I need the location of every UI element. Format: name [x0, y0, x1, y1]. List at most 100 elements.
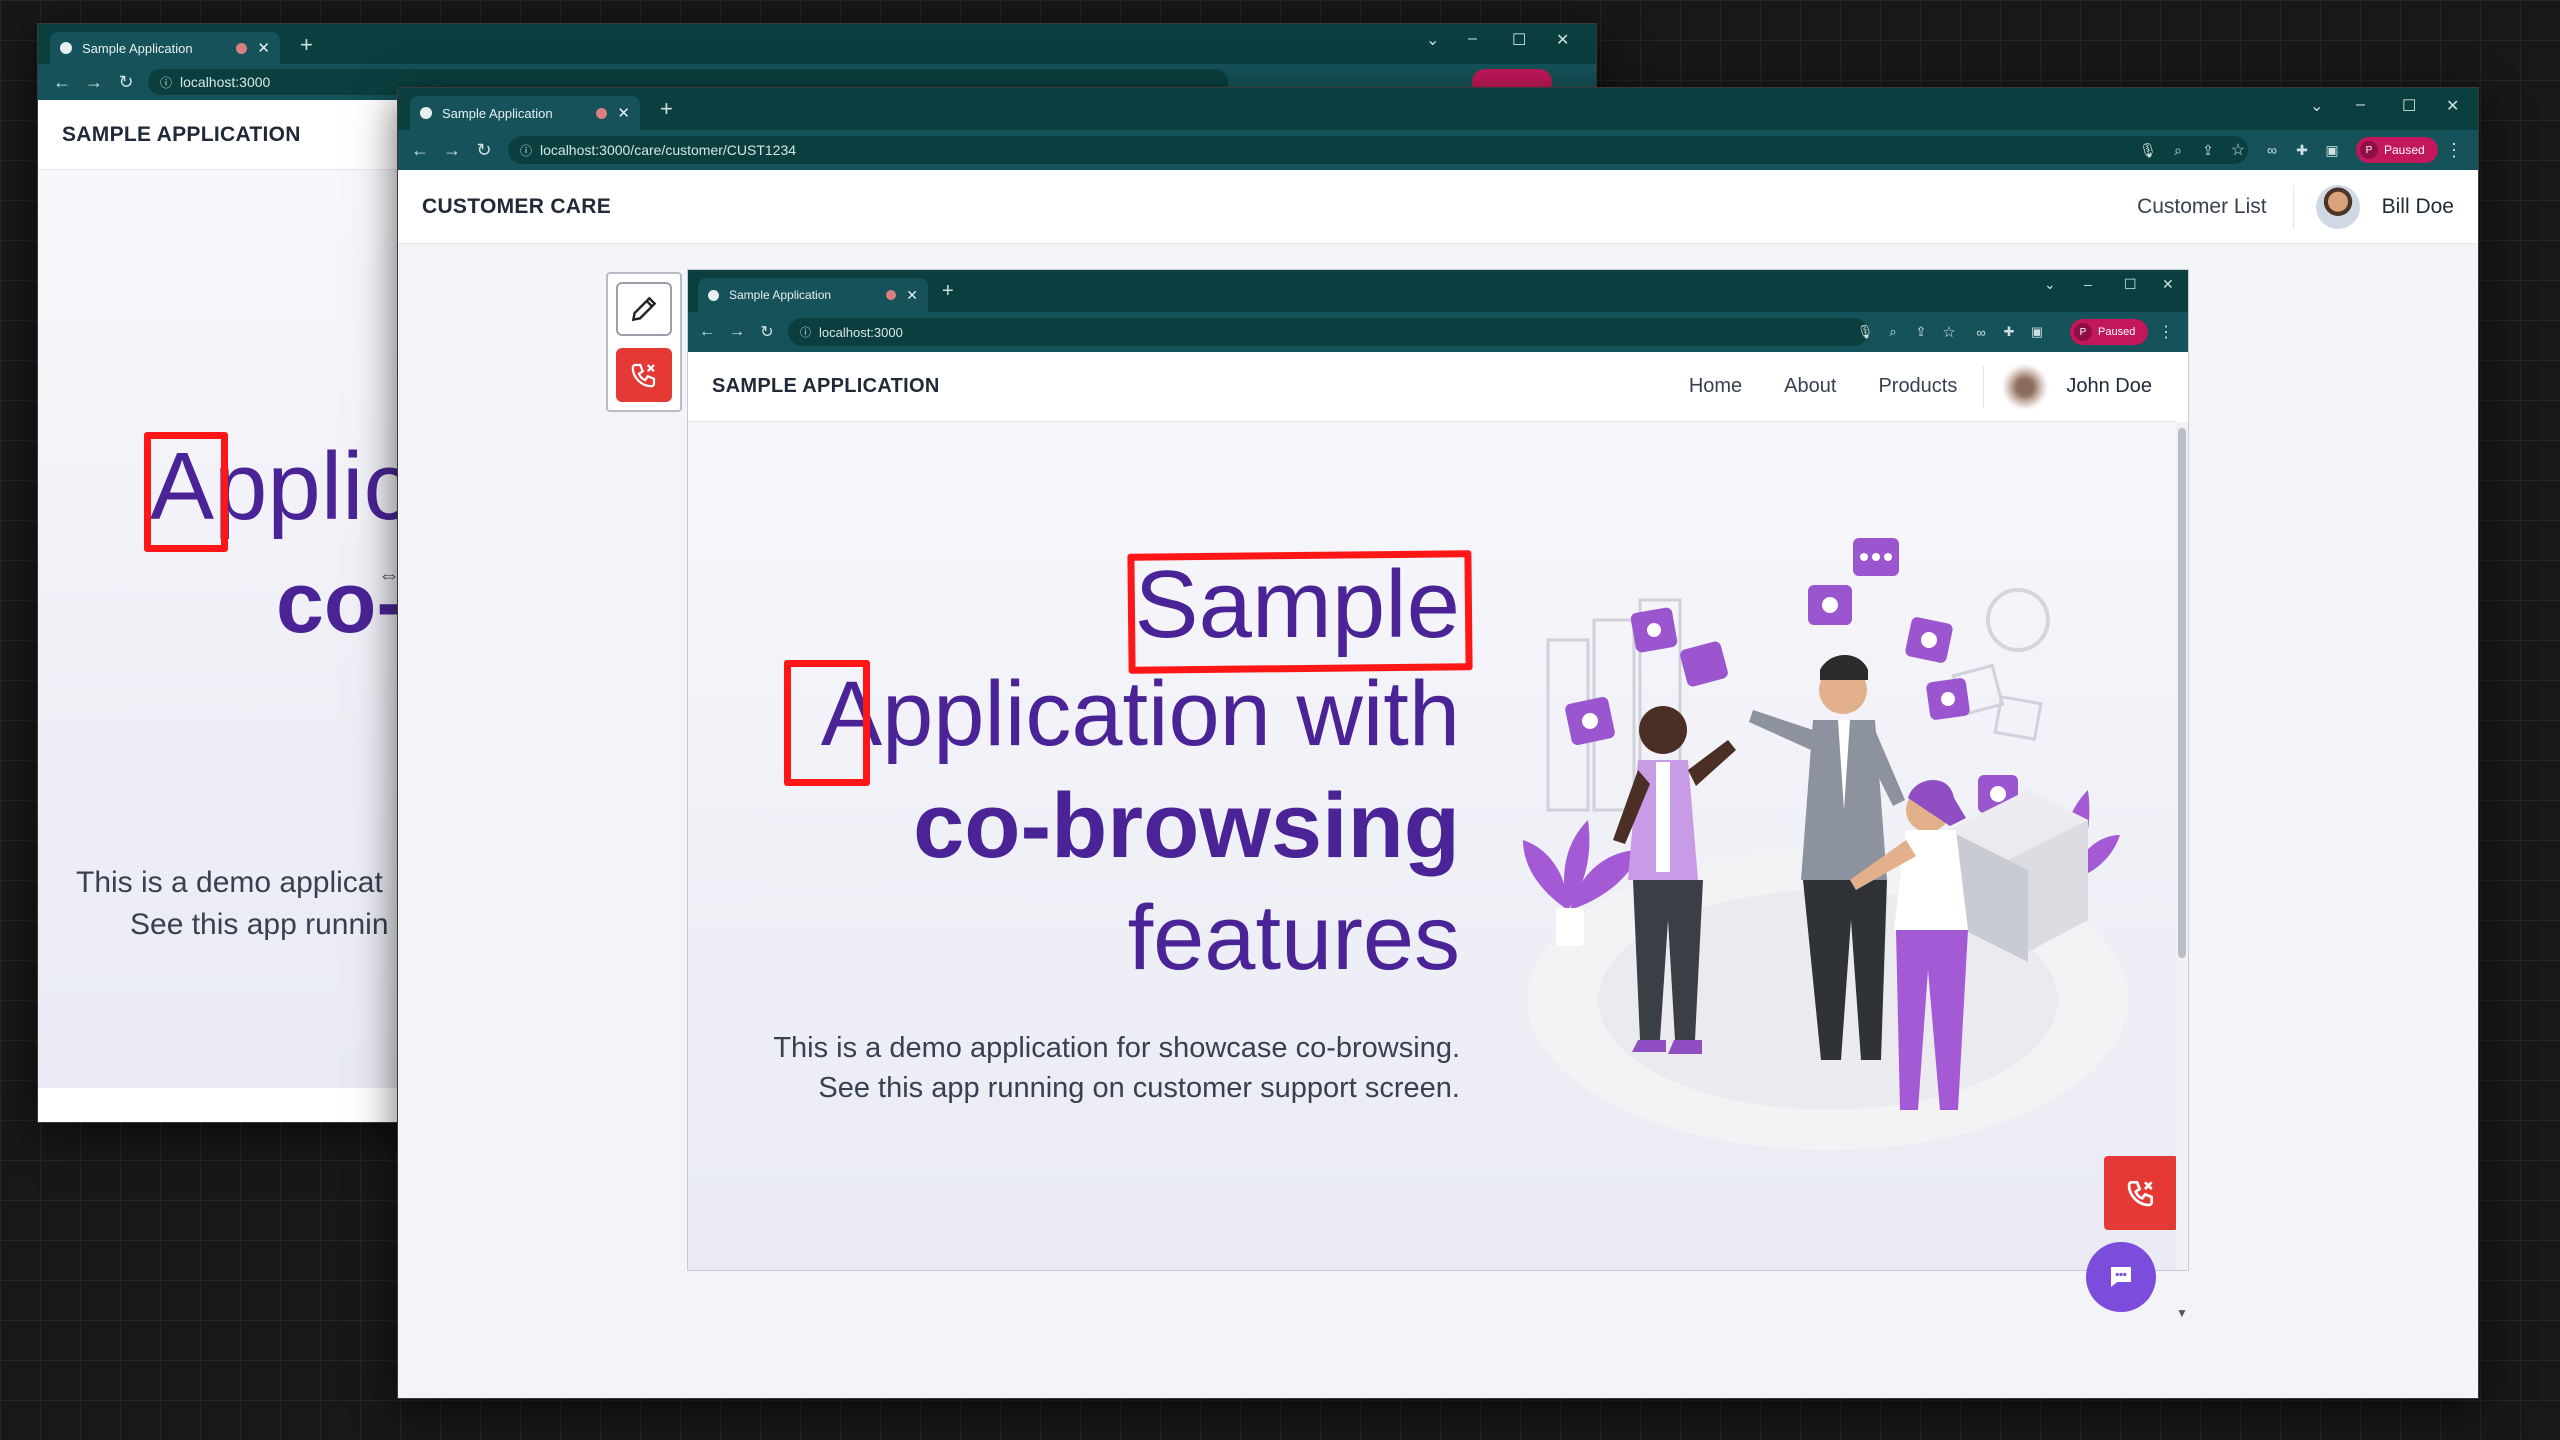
profile-avatar-icon: P: [2074, 323, 2092, 341]
close-tab-icon[interactable]: ✕: [906, 287, 918, 304]
floating-end-call-button[interactable]: [2104, 1156, 2178, 1230]
app-header: SAMPLE APPLICATION Home About Products J…: [688, 352, 2176, 422]
phone-hangup-icon: [631, 363, 656, 388]
annotation-box-a: [784, 660, 870, 786]
nav-customer-list[interactable]: Customer List: [2137, 195, 2267, 219]
profile-paused-pill[interactable]: P Paused: [2356, 137, 2438, 163]
brand-title: SAMPLE APPLICATION: [62, 122, 301, 146]
extension-glasses-icon[interactable]: ∞: [2260, 138, 2284, 162]
chevron-down-icon[interactable]: ⌄: [2310, 96, 2323, 116]
browser-tab[interactable]: Sample Application ✕: [698, 278, 928, 312]
teamwork-illustration: [1523, 538, 2128, 1150]
browser-tab[interactable]: Sample Application ✕: [410, 96, 640, 130]
maximize-icon[interactable]: ☐: [1512, 30, 1526, 50]
paused-label: Paused: [2384, 143, 2425, 157]
microphone-icon[interactable]: 🎙: [1854, 320, 1876, 344]
browser-tab[interactable]: Sample Application ✕: [50, 32, 280, 64]
address-bar[interactable]: ⓘ localhost:3000/care/customer/CUST1234: [508, 136, 2248, 164]
microphone-icon[interactable]: 🎙: [2136, 138, 2160, 162]
close-window-icon[interactable]: ✕: [2162, 276, 2174, 293]
back-icon[interactable]: ←: [408, 138, 432, 162]
new-tab-icon[interactable]: +: [660, 96, 673, 122]
hero-line-2: Application with: [820, 663, 1460, 765]
zoom-icon[interactable]: ⌕: [2166, 138, 2190, 162]
profile-paused-pill[interactable]: P Paused: [2070, 319, 2148, 345]
user-name[interactable]: Bill Doe: [2382, 195, 2454, 219]
address-bar[interactable]: ⓘ localhost:3000: [788, 318, 1868, 346]
new-tab-icon[interactable]: +: [300, 32, 313, 58]
extension-glasses-icon[interactable]: ∞: [1970, 320, 1992, 344]
reload-icon[interactable]: ↻: [114, 70, 138, 94]
puzzle-icon[interactable]: ✚: [2290, 138, 2314, 162]
minimize-icon[interactable]: –: [2356, 96, 2365, 114]
nav-home[interactable]: Home: [1689, 375, 1742, 398]
paused-label: Paused: [2098, 326, 2136, 338]
favicon-icon: [60, 42, 72, 54]
back-icon[interactable]: ←: [696, 320, 718, 344]
pencil-icon: [631, 296, 657, 322]
hero-description-1: This is a demo application for showcase …: [773, 1032, 1460, 1064]
chevron-down-icon[interactable]: ⌄: [2044, 276, 2056, 293]
close-tab-icon[interactable]: ✕: [257, 39, 270, 57]
hero-line-3: co-browsing: [913, 775, 1460, 877]
forward-icon[interactable]: →: [82, 70, 106, 94]
url-text: localhost:3000/care/customer/CUST1234: [540, 142, 797, 158]
tab-title: Sample Application: [442, 105, 553, 121]
user-name[interactable]: John Doe: [2066, 375, 2152, 398]
toolbar: ← → ↻ ⓘ localhost:3000 🎙 ⌕ ⇪ ☆ ∞ ✚ ▣ P P…: [688, 312, 2188, 352]
minimize-icon[interactable]: –: [1468, 30, 1477, 48]
profile-avatar-icon: P: [2360, 141, 2378, 159]
share-icon[interactable]: ⇪: [2196, 138, 2220, 162]
info-icon: ⓘ: [800, 327, 811, 339]
scrollbar-thumb[interactable]: [2178, 428, 2186, 958]
reload-icon[interactable]: ↻: [756, 320, 778, 344]
kebab-menu-icon[interactable]: ⋮: [2444, 138, 2464, 162]
avatar[interactable]: [2004, 365, 2047, 408]
favicon-icon: [420, 107, 432, 119]
nav-products[interactable]: Products: [1878, 375, 1957, 398]
brand-title: SAMPLE APPLICATION: [712, 375, 940, 397]
bookmark-star-icon[interactable]: ☆: [2226, 138, 2250, 162]
kebab-menu-icon[interactable]: ⋮: [2156, 320, 2176, 344]
info-icon: ⓘ: [160, 75, 173, 90]
app-header: CUSTOMER CARE Customer List Bill Doe: [398, 170, 2478, 244]
forward-icon[interactable]: →: [726, 320, 748, 344]
chat-button[interactable]: [2086, 1242, 2156, 1312]
close-tab-icon[interactable]: ✕: [617, 104, 630, 122]
header-divider: [1983, 365, 1985, 408]
reload-icon[interactable]: ↻: [472, 138, 496, 162]
bookmark-star-icon[interactable]: ☆: [1938, 320, 1960, 344]
url-text: localhost:3000: [180, 74, 271, 90]
share-icon[interactable]: ⇪: [1910, 320, 1932, 344]
new-tab-icon[interactable]: +: [942, 280, 954, 303]
chevron-down-icon[interactable]: ⌄: [1426, 30, 1439, 50]
favicon-icon: [708, 289, 719, 301]
close-window-icon[interactable]: ✕: [1556, 30, 1569, 50]
toolbar: ← → ↻ ⓘ localhost:3000/care/customer/CUS…: [398, 130, 2478, 170]
back-icon[interactable]: ←: [50, 70, 74, 94]
zoom-icon[interactable]: ⌕: [1882, 320, 1904, 344]
puzzle-icon[interactable]: ✚: [1998, 320, 2020, 344]
forward-icon[interactable]: →: [440, 138, 464, 162]
nav-about[interactable]: About: [1784, 375, 1836, 398]
maximize-icon[interactable]: ☐: [2402, 96, 2416, 116]
sidebar-icon[interactable]: ▣: [2026, 320, 2048, 344]
hero-description-2: See this app running on customer support…: [818, 1072, 1460, 1104]
annotation-toolbar: [606, 272, 682, 412]
page-body: Sample Application with co-browsing feat…: [688, 422, 2178, 1270]
pen-tool-button[interactable]: [616, 282, 672, 336]
recording-icon: [596, 107, 608, 119]
brand-title: CUSTOMER CARE: [422, 194, 612, 218]
sidebar-icon[interactable]: ▣: [2320, 138, 2344, 162]
chat-bubble-icon: [2111, 1267, 2131, 1287]
maximize-icon[interactable]: ☐: [2124, 276, 2137, 293]
tab-title: Sample Application: [82, 40, 193, 56]
minimize-icon[interactable]: –: [2084, 276, 2092, 292]
end-call-button[interactable]: [616, 348, 672, 402]
scrollbar-track[interactable]: [2176, 422, 2188, 1270]
close-window-icon[interactable]: ✕: [2446, 96, 2459, 116]
scroll-down-arrow-icon[interactable]: ▼: [2176, 1306, 2188, 1320]
tab-bar: Sample Application ✕ + ⌄ – ☐ ✕: [38, 24, 1596, 64]
annotation-box-sample: [1127, 550, 1473, 674]
avatar[interactable]: [2315, 184, 2360, 229]
